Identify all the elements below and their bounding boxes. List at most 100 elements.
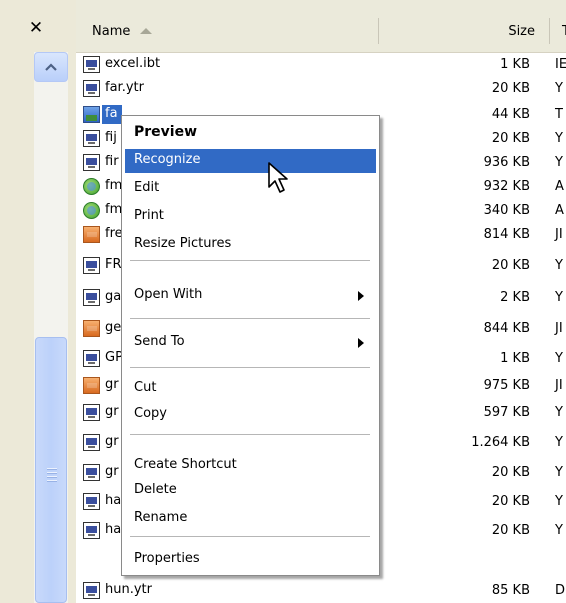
file-type: Y [555, 81, 563, 96]
file-name: gr [105, 377, 119, 392]
doc-icon [83, 130, 100, 147]
file-row[interactable]: excel.ibt 1 KB IE [80, 54, 566, 76]
file-size: 844 KB [483, 321, 530, 336]
menu-item-edit[interactable]: Edit [125, 177, 376, 201]
menu-separator [130, 318, 370, 319]
file-name: ga [105, 289, 122, 304]
file-type: JI [555, 378, 563, 393]
doc-icon [83, 257, 100, 274]
file-type: D [555, 583, 566, 598]
file-type: Y [555, 523, 563, 538]
menu-item-label: Send To [134, 334, 185, 349]
file-size: 20 KB [491, 258, 530, 273]
file-name: excel.ibt [105, 56, 161, 71]
file-size: 597 KB [483, 405, 530, 420]
vertical-scrollbar[interactable] [34, 52, 68, 603]
column-header-type-label: T [562, 23, 566, 39]
file-name: gr [105, 434, 119, 449]
file-size: 20 KB [491, 465, 530, 480]
menu-item-cut[interactable]: Cut [125, 377, 376, 401]
column-divider[interactable] [549, 18, 550, 44]
file-size: 814 KB [483, 227, 530, 242]
picture-icon [83, 377, 100, 394]
file-type: A [555, 179, 564, 194]
submenu-arrow-icon [358, 338, 364, 348]
file-type: T [555, 107, 563, 122]
file-size: 340 KB [483, 203, 530, 218]
menu-item-send-to[interactable]: Send To [125, 331, 376, 355]
picture-icon [83, 320, 100, 337]
file-size: 975 KB [483, 378, 530, 393]
menu-item-label: Resize Pictures [134, 236, 232, 251]
menu-item-label: Cut [134, 380, 157, 395]
menu-item-recognize[interactable]: Recognize [125, 149, 376, 173]
menu-item-label: Edit [134, 180, 160, 195]
image-icon [83, 106, 100, 123]
menu-item-label: Rename [134, 510, 188, 525]
thumb-grip-icon [47, 466, 57, 484]
column-header-bar: Name Size T [76, 0, 566, 53]
doc-icon [83, 289, 100, 306]
doc-icon [83, 404, 100, 421]
file-row[interactable]: hun.ytr 85 KB D [80, 580, 566, 602]
file-type: IE [555, 57, 566, 72]
file-type: A [555, 203, 564, 218]
doc-icon [83, 154, 100, 171]
left-panel: ✕ [0, 0, 76, 603]
file-size: 20 KB [491, 81, 530, 96]
menu-item-preview[interactable]: Preview [125, 121, 376, 145]
globe-icon [83, 202, 100, 219]
doc-icon [83, 582, 100, 599]
menu-item-copy[interactable]: Copy [125, 403, 376, 427]
file-name: ha [105, 493, 122, 508]
menu-separator [130, 434, 370, 435]
globe-icon [83, 178, 100, 195]
file-row[interactable]: far.ytr 20 KB Y [80, 78, 566, 100]
column-divider[interactable] [378, 18, 379, 44]
mouse-pointer-icon [268, 162, 288, 193]
menu-item-resize-pictures[interactable]: Resize Pictures [125, 233, 376, 257]
menu-item-open-with[interactable]: Open With [125, 284, 376, 308]
file-name: fij [105, 130, 117, 145]
scroll-thumb[interactable] [35, 337, 67, 603]
close-icon[interactable]: ✕ [26, 18, 46, 38]
doc-icon [83, 464, 100, 481]
scroll-up-button[interactable] [34, 52, 68, 82]
file-size: 1 KB [500, 351, 530, 366]
menu-item-create-shortcut[interactable]: Create Shortcut [125, 454, 376, 478]
file-size: 1 KB [500, 57, 530, 72]
menu-item-delete[interactable]: Delete [125, 479, 376, 503]
chevron-up-icon [45, 63, 57, 71]
file-name: fa [105, 106, 118, 121]
file-type: Y [555, 435, 563, 450]
column-header-type[interactable]: T [562, 13, 566, 49]
file-name: far.ytr [105, 80, 144, 95]
file-size: 20 KB [491, 494, 530, 509]
sort-ascending-icon [140, 28, 153, 34]
menu-item-rename[interactable]: Rename [125, 507, 376, 531]
doc-icon [83, 350, 100, 367]
file-name: fm [105, 202, 123, 217]
menu-separator [130, 536, 370, 537]
file-name: ha [105, 522, 122, 537]
menu-item-label: Properties [134, 551, 200, 566]
column-header-name[interactable]: Name [76, 13, 378, 49]
menu-item-label: Delete [134, 482, 177, 497]
context-menu: Preview Recognize Edit Print Resize Pict… [121, 115, 380, 576]
picture-icon [83, 226, 100, 243]
column-header-size-label: Size [508, 23, 535, 39]
submenu-arrow-icon [358, 291, 364, 301]
file-type: Y [555, 351, 563, 366]
menu-item-properties[interactable]: Properties [125, 548, 376, 572]
file-name: hun.ytr [105, 582, 152, 597]
file-size: 2 KB [500, 290, 530, 305]
file-type: Y [555, 494, 563, 509]
menu-item-print[interactable]: Print [125, 205, 376, 229]
doc-icon [83, 434, 100, 451]
file-size: 932 KB [483, 179, 530, 194]
file-name: gr [105, 464, 119, 479]
column-header-size[interactable]: Size [454, 13, 549, 49]
file-type: JI [555, 227, 563, 242]
file-size: 85 KB [491, 583, 530, 598]
file-name: FR [105, 257, 122, 272]
